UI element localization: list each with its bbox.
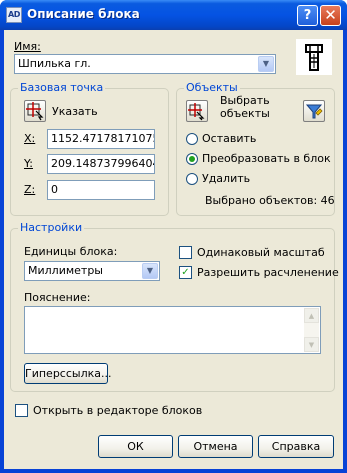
block-definition-dialog: AD Описание блока ? ✕ Имя: Шпилька гл. ▼… (0, 0, 347, 473)
delete-radio[interactable] (186, 173, 198, 185)
block-units-select[interactable]: Миллиметры ▼ (24, 261, 160, 281)
description-scrollbar[interactable]: ▲ ▼ (304, 308, 319, 352)
help-title-button[interactable]: ? (297, 5, 318, 26)
x-label: X: (24, 132, 36, 145)
block-name-combobox[interactable]: Шпилька гл. ▼ (14, 54, 276, 74)
close-icon: ✕ (324, 6, 337, 24)
title-bar[interactable]: AD Описание блока ? ✕ (0, 0, 347, 30)
close-button[interactable]: ✕ (320, 5, 341, 26)
description-label: Пояснение: (24, 291, 91, 304)
help-button[interactable]: Справка (258, 435, 334, 458)
dialog-client-area: Имя: Шпилька гл. ▼ Базовая точка Указать… (4, 30, 343, 469)
z-label: Z: (24, 183, 36, 196)
block-preview (296, 39, 332, 75)
name-label: Имя: (14, 40, 41, 53)
cancel-button[interactable]: Отмена (178, 435, 253, 458)
convert-to-block-radio[interactable] (186, 153, 198, 165)
block-units-value: Миллиметры (28, 264, 103, 277)
open-in-editor-checkbox[interactable] (15, 404, 28, 417)
quick-select-button[interactable] (303, 100, 325, 122)
retain-radio[interactable] (186, 133, 198, 145)
description-textarea[interactable]: ▲ ▼ (24, 306, 321, 354)
chevron-down-icon[interactable]: ▼ (142, 263, 158, 279)
y-label: Y: (24, 157, 33, 170)
uniform-scale-checkbox[interactable] (179, 246, 192, 259)
checkmark-icon: ✓ (181, 267, 190, 278)
objects-title: Объекты (184, 81, 240, 94)
block-name-value: Шпилька гл. (18, 57, 91, 70)
allow-explode-checkbox[interactable]: ✓ (179, 266, 192, 279)
x-coordinate-input[interactable]: 1152.471781710759 (47, 129, 155, 149)
pick-point-label[interactable]: Указать (52, 105, 98, 118)
select-objects-icon (188, 103, 205, 121)
allow-explode-label[interactable]: Разрешить расчленение (197, 266, 339, 279)
base-point-title: Базовая точка (18, 81, 106, 94)
z-coordinate-input[interactable]: 0 (47, 180, 155, 200)
select-objects-label[interactable]: Выбрать объекты (220, 94, 270, 120)
selected-objects-count: Выбрано объектов: 46 (205, 194, 335, 207)
quick-select-filter-icon (305, 104, 323, 119)
ok-button[interactable]: ОК (98, 435, 173, 458)
pick-point-icon (26, 102, 44, 121)
select-objects-button[interactable] (186, 100, 208, 122)
block-units-label: Единицы блока: (24, 245, 118, 258)
bolt-preview-icon (305, 44, 323, 71)
hyperlink-button[interactable]: Гиперссылка... (24, 363, 112, 384)
open-in-editor-label[interactable]: Открыть в редакторе блоков (33, 404, 202, 417)
chevron-down-icon[interactable]: ▼ (258, 56, 274, 72)
convert-to-block-label[interactable]: Преобразовать в блок (202, 152, 331, 165)
retain-label[interactable]: Оставить (202, 132, 256, 145)
settings-title: Настройки (18, 221, 85, 234)
delete-label[interactable]: Удалить (202, 172, 250, 185)
uniform-scale-label[interactable]: Одинаковый масштаб (197, 246, 325, 259)
scroll-up-icon[interactable]: ▲ (304, 308, 319, 323)
question-icon: ? (303, 8, 312, 23)
autocad-app-icon: AD (6, 7, 22, 23)
y-coordinate-input[interactable]: 209.148737996404 (47, 154, 155, 174)
pick-point-button[interactable] (24, 100, 46, 122)
window-title: Описание блока (27, 7, 140, 21)
scroll-down-icon[interactable]: ▼ (304, 337, 319, 352)
